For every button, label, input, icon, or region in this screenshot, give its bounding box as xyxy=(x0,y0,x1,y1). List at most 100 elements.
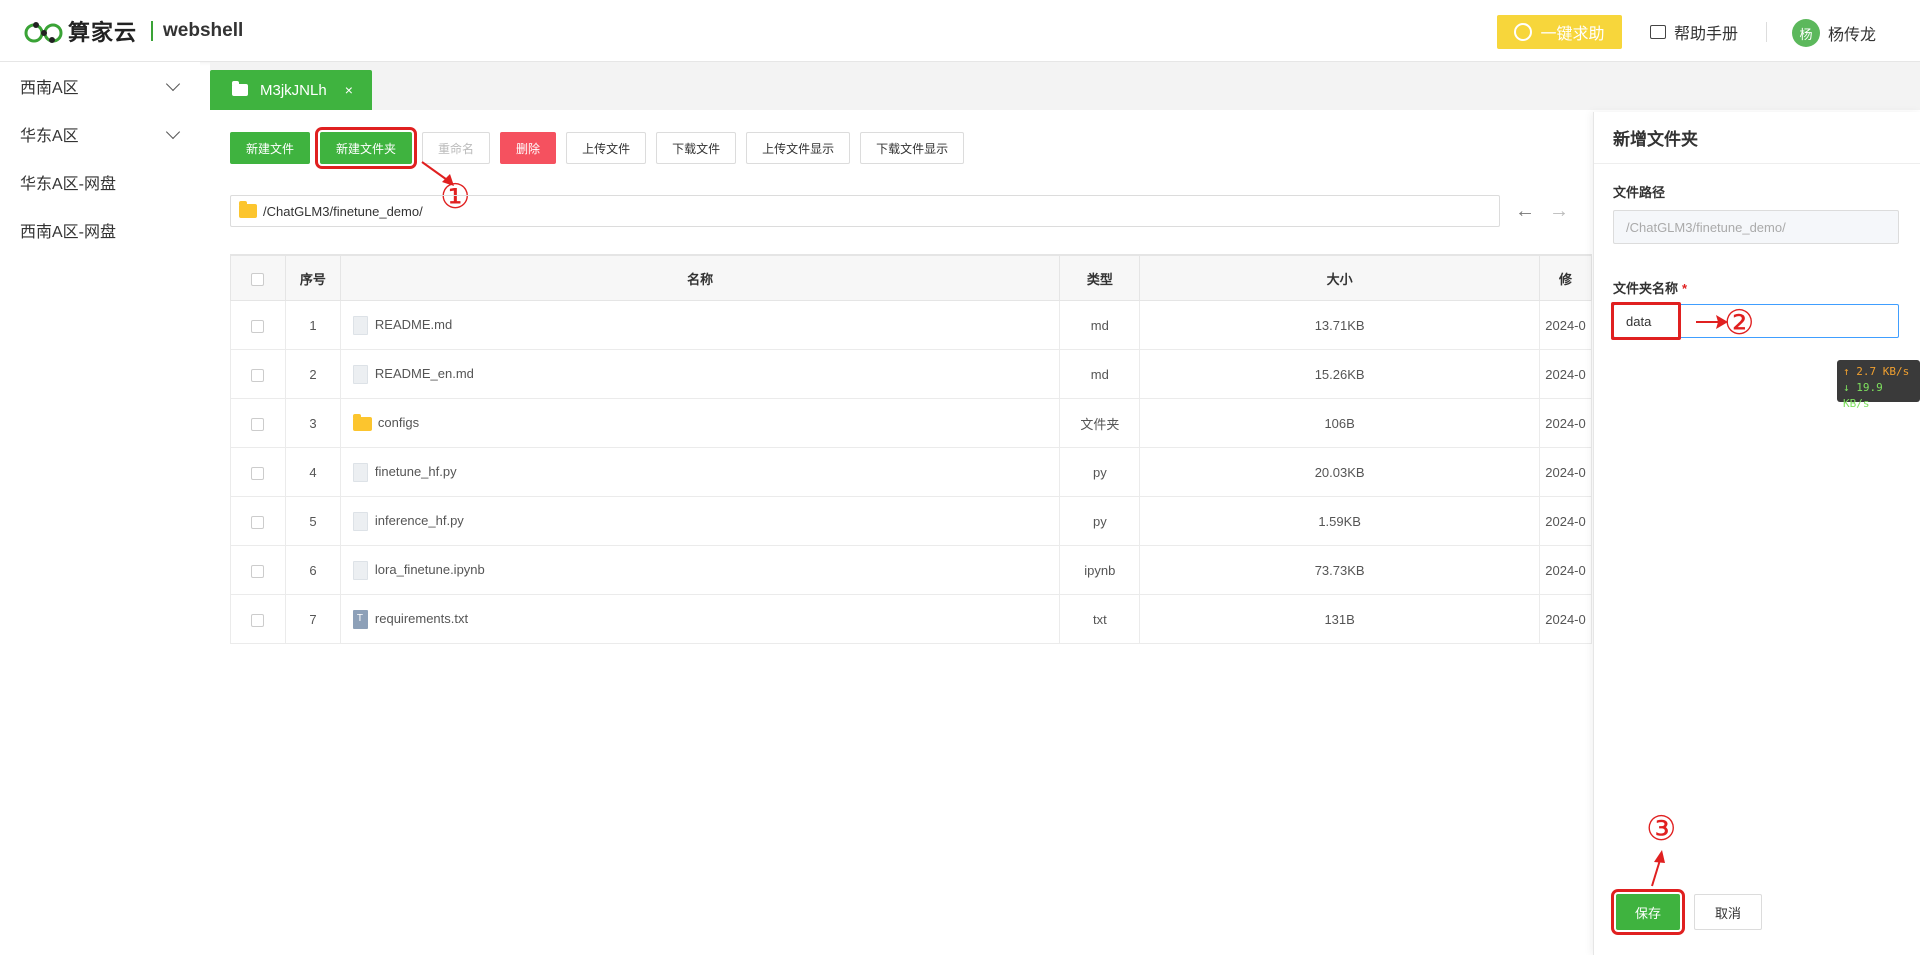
annotation-step-2: ② xyxy=(1724,304,1755,342)
sidebar-item-east-a-netdisk[interactable]: 华东A区-网盘 xyxy=(0,158,200,206)
sidebar-item-southwest-a-netdisk[interactable]: 西南A区-网盘 xyxy=(0,206,200,254)
back-arrow-icon[interactable]: ← xyxy=(1515,200,1535,223)
sidebar-item-southwest-a[interactable]: 西南A区 xyxy=(0,62,200,110)
file-type: md xyxy=(1059,349,1141,399)
col-header-index: 序号 xyxy=(284,255,341,301)
network-speed-widget: ↑ 2.7 KB/s ↓ 19.9 KB/s xyxy=(1837,360,1920,410)
file-modified: 2024-0 xyxy=(1538,398,1593,448)
table-row[interactable]: 4 finetune_hf.py py 20.03KB 2024-0 xyxy=(230,447,1593,497)
brand-logo[interactable]: 算家云 webshell xyxy=(24,12,243,50)
col-header-type[interactable]: 类型 xyxy=(1059,255,1141,301)
table-row[interactable]: 3 configs 文件夹 106B 2024-0 xyxy=(230,398,1593,448)
file-name[interactable]: README_en.md xyxy=(375,365,474,380)
upload-speed: ↑ 2.7 KB/s xyxy=(1843,365,1910,378)
save-button[interactable]: 保存 xyxy=(1611,889,1685,935)
file-icon xyxy=(352,364,368,384)
select-all-cell[interactable] xyxy=(230,255,286,301)
row-checkbox[interactable] xyxy=(251,319,265,333)
file-name[interactable]: README.md xyxy=(375,316,452,331)
required-mark: * xyxy=(1682,281,1688,296)
folder-path-field: /ChatGLM3/finetune_demo/ xyxy=(1613,210,1899,244)
download-show-button[interactable]: 下载文件显示 xyxy=(860,132,965,164)
file-modified: 2024-0 xyxy=(1538,545,1593,595)
file-modified: 2024-0 xyxy=(1538,349,1593,399)
current-path: /ChatGLM3/finetune_demo/ xyxy=(263,203,423,219)
file-size: 15.26KB xyxy=(1139,349,1540,399)
table-row[interactable]: 6 lora_finetune.ipynb ipynb 73.73KB 2024… xyxy=(230,545,1593,595)
sidebar: 西南A区 华东A区 华东A区-网盘 西南A区-网盘 xyxy=(0,62,200,955)
file-modified: 2024-0 xyxy=(1538,300,1593,350)
file-name[interactable]: inference_hf.py xyxy=(375,512,464,527)
row-checkbox[interactable] xyxy=(251,368,265,382)
book-icon xyxy=(1650,25,1666,39)
file-type: md xyxy=(1059,300,1141,350)
file-type: 文件夹 xyxy=(1059,398,1141,448)
path-navigation: ← → xyxy=(1515,200,1569,223)
file-type: ipynb xyxy=(1059,545,1141,595)
headset-icon xyxy=(1514,23,1533,41)
row-checkbox[interactable] xyxy=(251,564,265,578)
upload-file-button[interactable]: 上传文件 xyxy=(566,132,647,164)
manual-label: 帮助手册 xyxy=(1674,26,1739,43)
table-row[interactable]: 5 inference_hf.py py 1.59KB 2024-0 xyxy=(230,496,1593,546)
sidebar-item-east-a[interactable]: 华东A区 xyxy=(0,110,200,158)
new-folder-button[interactable]: 新建文件夹 xyxy=(315,127,418,169)
file-toolbar: 新建文件 新建文件夹 重命名 删除 上传文件 下载文件 上传文件显示 下载文件显… xyxy=(230,127,974,169)
row-index: 4 xyxy=(284,447,341,497)
col-header-name[interactable]: 名称 xyxy=(339,255,1061,301)
tab-session[interactable]: M3jkJNLh × xyxy=(210,70,372,110)
row-checkbox[interactable] xyxy=(251,417,265,431)
delete-button[interactable]: 删除 xyxy=(500,132,557,164)
help-manual-link[interactable]: 帮助手册 xyxy=(1650,20,1738,44)
file-size: 106B xyxy=(1139,398,1540,448)
file-name[interactable]: finetune_hf.py xyxy=(375,463,457,478)
text-file-icon xyxy=(352,609,368,629)
file-icon xyxy=(352,560,368,580)
tab-strip: M3jkJNLh × xyxy=(210,62,1920,110)
col-header-size[interactable]: 大小 xyxy=(1139,255,1540,301)
sidebar-item-label: 华东A区 xyxy=(20,128,79,145)
folder-icon xyxy=(232,81,248,96)
forward-arrow-icon[interactable]: → xyxy=(1549,200,1569,223)
download-file-button[interactable]: 下载文件 xyxy=(656,132,737,164)
product-name: webshell xyxy=(163,20,244,41)
avatar: 杨 xyxy=(1792,19,1820,47)
file-name[interactable]: lora_finetune.ipynb xyxy=(375,561,485,576)
table-row[interactable]: 7 requirements.txt txt 131B 2024-0 xyxy=(230,594,1593,644)
file-size: 131B xyxy=(1139,594,1540,644)
chevron-down-icon xyxy=(165,76,181,91)
user-menu[interactable]: 杨 杨传龙 xyxy=(1792,19,1876,47)
row-checkbox[interactable] xyxy=(251,515,265,529)
table-row[interactable]: 2 README_en.md md 15.26KB 2024-0 xyxy=(230,349,1593,399)
file-type: txt xyxy=(1059,594,1141,644)
file-icon xyxy=(352,315,368,335)
annotation-step-3: ③ xyxy=(1646,810,1677,848)
file-size: 20.03KB xyxy=(1139,447,1540,497)
file-name[interactable]: configs xyxy=(378,415,419,430)
one-click-help-button[interactable]: 一键求助 xyxy=(1497,15,1622,49)
file-name[interactable]: requirements.txt xyxy=(375,610,468,625)
file-type: py xyxy=(1059,496,1141,546)
new-file-button[interactable]: 新建文件 xyxy=(230,132,311,164)
row-checkbox[interactable] xyxy=(251,613,265,627)
select-all-checkbox[interactable] xyxy=(251,272,265,286)
file-table: 序号 名称 类型 大小 修 1 README.md md 13.71KB 202… xyxy=(230,254,1593,644)
row-index: 6 xyxy=(284,545,341,595)
file-icon xyxy=(352,511,368,531)
path-bar[interactable]: /ChatGLM3/finetune_demo/ xyxy=(230,195,1500,227)
close-icon[interactable]: × xyxy=(345,82,353,98)
col-header-modified[interactable]: 修 xyxy=(1538,255,1593,301)
brand-name: 算家云 xyxy=(68,20,138,45)
file-type: py xyxy=(1059,447,1141,497)
cancel-button[interactable]: 取消 xyxy=(1694,894,1762,930)
header-divider xyxy=(1766,22,1767,42)
row-checkbox[interactable] xyxy=(251,466,265,480)
file-size: 13.71KB xyxy=(1139,300,1540,350)
table-row[interactable]: 1 README.md md 13.71KB 2024-0 xyxy=(230,300,1593,350)
row-index: 7 xyxy=(284,594,341,644)
file-size: 1.59KB xyxy=(1139,496,1540,546)
file-modified: 2024-0 xyxy=(1538,496,1593,546)
chevron-down-icon xyxy=(165,124,181,139)
upload-show-button[interactable]: 上传文件显示 xyxy=(746,132,851,164)
logo-divider xyxy=(151,21,154,41)
